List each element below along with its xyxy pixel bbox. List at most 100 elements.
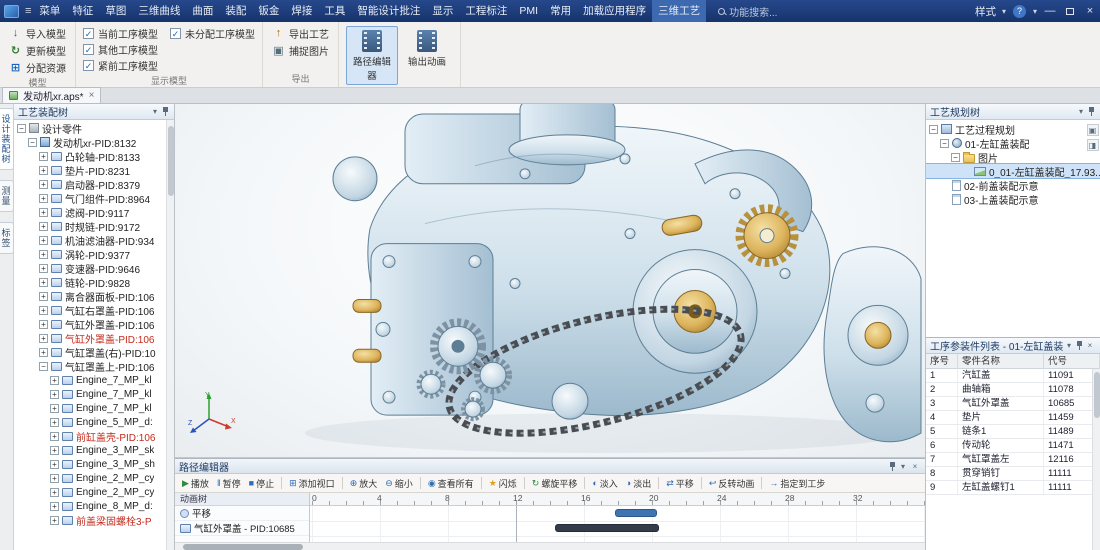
menu-item[interactable]: 三维工艺 — [652, 0, 706, 22]
expander-icon[interactable]: + — [39, 320, 48, 329]
tree-item[interactable]: +气缸外罩盖-PID:106 — [14, 317, 174, 331]
expander-icon[interactable]: + — [50, 488, 59, 497]
viewport-3d[interactable]: Y X Z — [175, 104, 925, 458]
expander-icon[interactable]: + — [39, 278, 48, 287]
expander-icon[interactable]: + — [39, 180, 48, 189]
animation-segment[interactable] — [555, 524, 659, 532]
ribbon-button[interactable]: ↑导出工艺 — [270, 25, 331, 41]
tree-item[interactable]: −01-左缸盖装配 — [926, 136, 1100, 150]
tree-item[interactable]: +Engine_2_MP_cy — [14, 485, 174, 499]
tree-item[interactable]: +气缸罩盖(右)-PID:10 — [14, 345, 174, 359]
expander-icon[interactable]: − — [28, 138, 37, 147]
tree-item[interactable]: −图片 — [926, 150, 1100, 164]
pin-icon[interactable] — [1087, 106, 1096, 117]
table-row[interactable]: 7气缸罩盖左12116 — [926, 453, 1100, 467]
ribbon-button[interactable]: ↓导入模型 — [7, 25, 68, 41]
expander-icon[interactable]: + — [39, 292, 48, 301]
pin-icon[interactable] — [161, 106, 170, 117]
table-row[interactable]: 2曲轴箱11078 — [926, 383, 1100, 397]
expander-icon[interactable]: + — [50, 446, 59, 455]
expander-icon[interactable]: − — [951, 153, 960, 162]
chevron-down-icon[interactable]: ▾ — [149, 107, 161, 116]
dock-restore-icon[interactable]: ▣ — [1087, 124, 1099, 136]
expander-icon[interactable]: − — [940, 139, 949, 148]
scrollbar[interactable] — [1092, 369, 1100, 550]
expander-icon[interactable]: + — [39, 222, 48, 231]
toolbar-button[interactable]: ‖暂停 — [214, 475, 244, 491]
toolbar-button[interactable]: ⇄平移 — [663, 475, 697, 491]
tree-item[interactable]: +Engine_3_MP_sh — [14, 457, 174, 471]
minimize-button[interactable]: — — [1040, 0, 1060, 22]
tree-item[interactable]: +Engine_3_MP_sk — [14, 443, 174, 457]
menu-item[interactable]: 加载应用程序 — [577, 0, 652, 22]
expander-icon[interactable]: − — [929, 125, 938, 134]
tree-item[interactable]: +Engine_5_MP_d: — [14, 415, 174, 429]
expander-icon[interactable]: − — [39, 362, 48, 371]
table-row[interactable]: 4垫片11459 — [926, 411, 1100, 425]
expander-icon[interactable]: + — [39, 334, 48, 343]
dock-tab[interactable]: 标签 — [0, 222, 14, 254]
tree-item[interactable]: −发动机xr-PID:8132 — [14, 135, 174, 149]
tree-item[interactable]: +垫片-PID:8231 — [14, 163, 174, 177]
expander-icon[interactable]: + — [39, 194, 48, 203]
toolbar-button[interactable]: ■停止 — [246, 475, 277, 491]
menu-item[interactable]: 焊接 — [285, 0, 318, 22]
menu-item[interactable]: 显示 — [426, 0, 459, 22]
ribbon-big-button[interactable]: 路径编辑器 — [346, 26, 398, 85]
table-row[interactable]: 9左缸盖螺钉111111 — [926, 481, 1100, 495]
menu-item[interactable]: 装配 — [219, 0, 252, 22]
tree-item[interactable]: +气缸右罩盖-PID:106 — [14, 303, 174, 317]
toolbar-button[interactable]: ↻螺旋平移 — [529, 475, 581, 491]
scrollbar-thumb[interactable] — [183, 544, 303, 550]
timeline[interactable]: 048121620242832 — [310, 493, 925, 542]
ribbon-button[interactable]: ↻更新模型 — [7, 42, 68, 58]
tree-item[interactable]: +链轮-PID:9828 — [14, 275, 174, 289]
expander-icon[interactable]: + — [39, 306, 48, 315]
anim-tree-row[interactable]: 气缸外罩盖 - PID:10685 — [175, 521, 309, 536]
tree-item[interactable]: +气缸外罩盖-PID:106 — [14, 331, 174, 345]
toolbar-button[interactable]: ◐淡入 — [589, 475, 620, 491]
menu-item[interactable]: 工程标注 — [459, 0, 513, 22]
expander-icon[interactable]: + — [50, 516, 59, 525]
expander-icon[interactable]: + — [50, 404, 59, 413]
help-icon[interactable]: ? — [1013, 5, 1026, 18]
toolbar-button[interactable]: ⊕放大 — [347, 475, 381, 491]
toolbar-button[interactable]: →指定到工步 — [766, 475, 828, 491]
ribbon-button[interactable]: ⊞分配资源 — [7, 59, 68, 75]
ribbon-big-button[interactable]: 输出动画 — [401, 26, 453, 71]
tree-item[interactable]: +前盖梁固螺栓3-P — [14, 513, 174, 527]
style-menu[interactable]: 样式 — [972, 4, 999, 19]
timeline-ruler[interactable]: 048121620242832 — [310, 493, 925, 506]
tree-item[interactable]: 03-上盖装配示意 — [926, 192, 1100, 206]
tree-item[interactable]: +涡轮-PID:9377 — [14, 247, 174, 261]
expander-icon[interactable]: + — [50, 460, 59, 469]
menu-item[interactable]: 草图 — [99, 0, 132, 22]
tree-item[interactable]: +气门组件-PID:8964 — [14, 191, 174, 205]
model-display-checkbox[interactable]: ✓当前工序模型 — [83, 25, 158, 41]
chevron-down-icon[interactable]: ▾ — [1063, 341, 1075, 350]
tree-item[interactable]: −工艺过程规划 — [926, 122, 1100, 136]
expander-icon[interactable]: + — [39, 166, 48, 175]
timeline-grid[interactable] — [310, 506, 925, 542]
close-icon[interactable]: × — [1084, 341, 1096, 350]
menu-item[interactable]: 工具 — [318, 0, 351, 22]
menu-item[interactable]: 菜单 — [33, 0, 66, 22]
restore-button[interactable] — [1060, 0, 1080, 22]
tree-item[interactable]: +Engine_7_MP_kl — [14, 401, 174, 415]
toolbar-button[interactable]: ◑淡出 — [623, 475, 654, 491]
menu-item[interactable]: 智能设计批注 — [351, 0, 426, 22]
scrollbar-thumb[interactable] — [1094, 372, 1100, 418]
model-display-checkbox[interactable]: ✓其他工序模型 — [83, 41, 158, 57]
close-icon[interactable]: × — [909, 462, 921, 471]
chevron-down-icon[interactable]: ▾ — [897, 462, 909, 471]
expander-icon[interactable]: + — [39, 236, 48, 245]
expander-icon[interactable]: + — [39, 208, 48, 217]
chevron-down-icon[interactable]: ▾ — [1030, 7, 1040, 16]
tree-item[interactable]: +Engine_8_MP_d: — [14, 499, 174, 513]
toolbar-button[interactable]: ↩反转动画 — [706, 475, 758, 491]
dock-tab[interactable]: 测量 — [0, 180, 14, 212]
tree-item[interactable]: +凸轮轴-PID:8133 — [14, 149, 174, 163]
tree-item[interactable]: +Engine_7_MP_kl — [14, 373, 174, 387]
tree-item[interactable]: 02-前盖装配示意 — [926, 178, 1100, 192]
menu-item[interactable]: 特征 — [66, 0, 99, 22]
